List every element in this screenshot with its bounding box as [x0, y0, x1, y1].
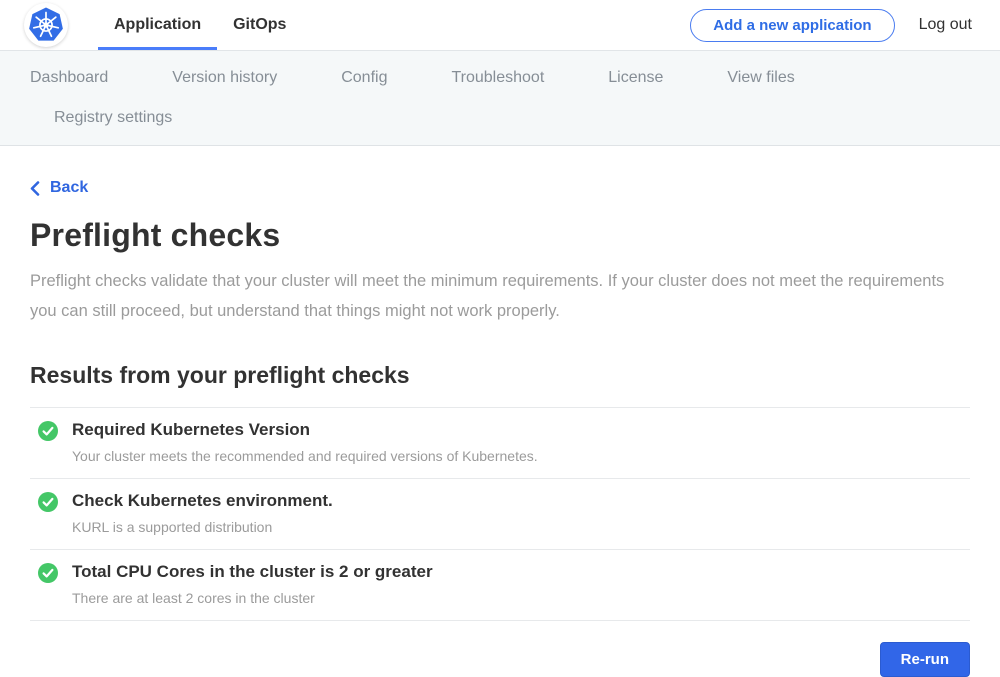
- subnav-item-troubleshoot[interactable]: Troubleshoot: [451, 69, 544, 87]
- page-title: Preflight checks: [30, 217, 970, 254]
- page-description: Preflight checks validate that your clus…: [30, 266, 948, 326]
- topbar-actions: Add a new application Log out: [690, 0, 972, 50]
- topbar-spacer: [302, 0, 690, 50]
- check-item-kubernetes-environment: Check Kubernetes environment. KURL is a …: [30, 479, 970, 550]
- results-heading: Results from your preflight checks: [30, 362, 970, 389]
- check-title: Check Kubernetes environment.: [72, 491, 333, 511]
- check-body: Check Kubernetes environment. KURL is a …: [72, 491, 333, 535]
- subnav-item-view-files[interactable]: View files: [727, 69, 794, 87]
- preflight-checks-list: Required Kubernetes Version Your cluster…: [30, 407, 970, 621]
- check-description: KURL is a supported distribution: [72, 519, 333, 535]
- check-item-total-cpu-cores: Total CPU Cores in the cluster is 2 or g…: [30, 550, 970, 621]
- subnav-item-config[interactable]: Config: [341, 69, 387, 87]
- check-description: There are at least 2 cores in the cluste…: [72, 590, 433, 606]
- check-description: Your cluster meets the recommended and r…: [72, 448, 538, 464]
- tab-gitops-label: GitOps: [233, 16, 286, 34]
- check-circle-icon: [38, 421, 58, 441]
- check-title: Total CPU Cores in the cluster is 2 or g…: [72, 562, 433, 582]
- kubernetes-logo-icon: [24, 3, 68, 47]
- primary-tabs: Application GitOps: [98, 0, 302, 50]
- check-circle-icon: [38, 492, 58, 512]
- back-link[interactable]: Back: [30, 179, 88, 197]
- subnav-item-license[interactable]: License: [608, 69, 663, 87]
- subnav-item-version-history[interactable]: Version history: [172, 69, 277, 87]
- subnav-row-1: Dashboard Version history Config Trouble…: [30, 63, 970, 93]
- chevron-left-icon: [30, 181, 40, 196]
- check-body: Required Kubernetes Version Your cluster…: [72, 420, 538, 464]
- subnav-item-registry-settings[interactable]: Registry settings: [54, 109, 172, 127]
- main-content: Back Preflight checks Preflight checks v…: [0, 146, 1000, 677]
- check-item-kubernetes-version: Required Kubernetes Version Your cluster…: [30, 408, 970, 479]
- tab-gitops[interactable]: GitOps: [217, 0, 302, 50]
- subnav-item-dashboard[interactable]: Dashboard: [30, 69, 108, 87]
- add-new-application-button[interactable]: Add a new application: [690, 9, 894, 42]
- app-subnav: Dashboard Version history Config Trouble…: [0, 51, 1000, 146]
- log-out-link[interactable]: Log out: [919, 16, 972, 34]
- top-header: Application GitOps Add a new application…: [0, 0, 1000, 51]
- subnav-row-2: Registry settings: [30, 103, 970, 133]
- rerun-button[interactable]: Re-run: [880, 642, 970, 677]
- check-circle-icon: [38, 563, 58, 583]
- check-title: Required Kubernetes Version: [72, 420, 538, 440]
- check-body: Total CPU Cores in the cluster is 2 or g…: [72, 562, 433, 606]
- tab-application-label: Application: [114, 16, 201, 34]
- app-logo[interactable]: [24, 0, 68, 50]
- actions-row: Re-run: [30, 642, 970, 677]
- back-link-label: Back: [50, 179, 88, 197]
- tab-application[interactable]: Application: [98, 0, 217, 50]
